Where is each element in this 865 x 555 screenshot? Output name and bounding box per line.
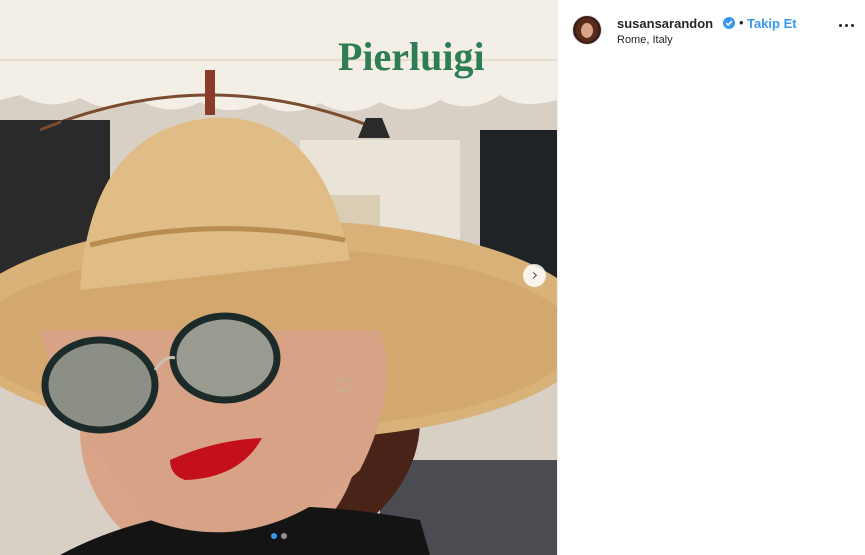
more-options-icon[interactable] — [837, 19, 857, 33]
post-sidebar: susansarandon • Takip Et Rome, Italy — [557, 0, 865, 555]
avatar[interactable] — [572, 15, 602, 45]
location-link[interactable]: Rome, Italy — [617, 34, 673, 46]
username-link[interactable]: susansarandon — [617, 16, 713, 31]
chevron-right-icon: › — [531, 264, 539, 284]
post-header: susansarandon • Takip Et Rome, Italy — [572, 15, 857, 47]
carousel-dot-1 — [271, 533, 277, 539]
verified-badge-icon — [723, 17, 735, 29]
separator: • — [739, 15, 744, 30]
photo-illustration: Pierluigi — [0, 0, 557, 555]
umbrella-sign-text: Pierluigi — [338, 34, 485, 79]
carousel-next-button[interactable]: › — [523, 264, 546, 287]
carousel-indicator — [271, 533, 287, 539]
post-photo[interactable]: Pierluigi › — [0, 0, 557, 555]
carousel-dot-2 — [281, 533, 287, 539]
instagram-post: Pierluigi › susansarandon • Takip Et Rom… — [0, 0, 865, 555]
follow-button[interactable]: Takip Et — [747, 16, 797, 31]
